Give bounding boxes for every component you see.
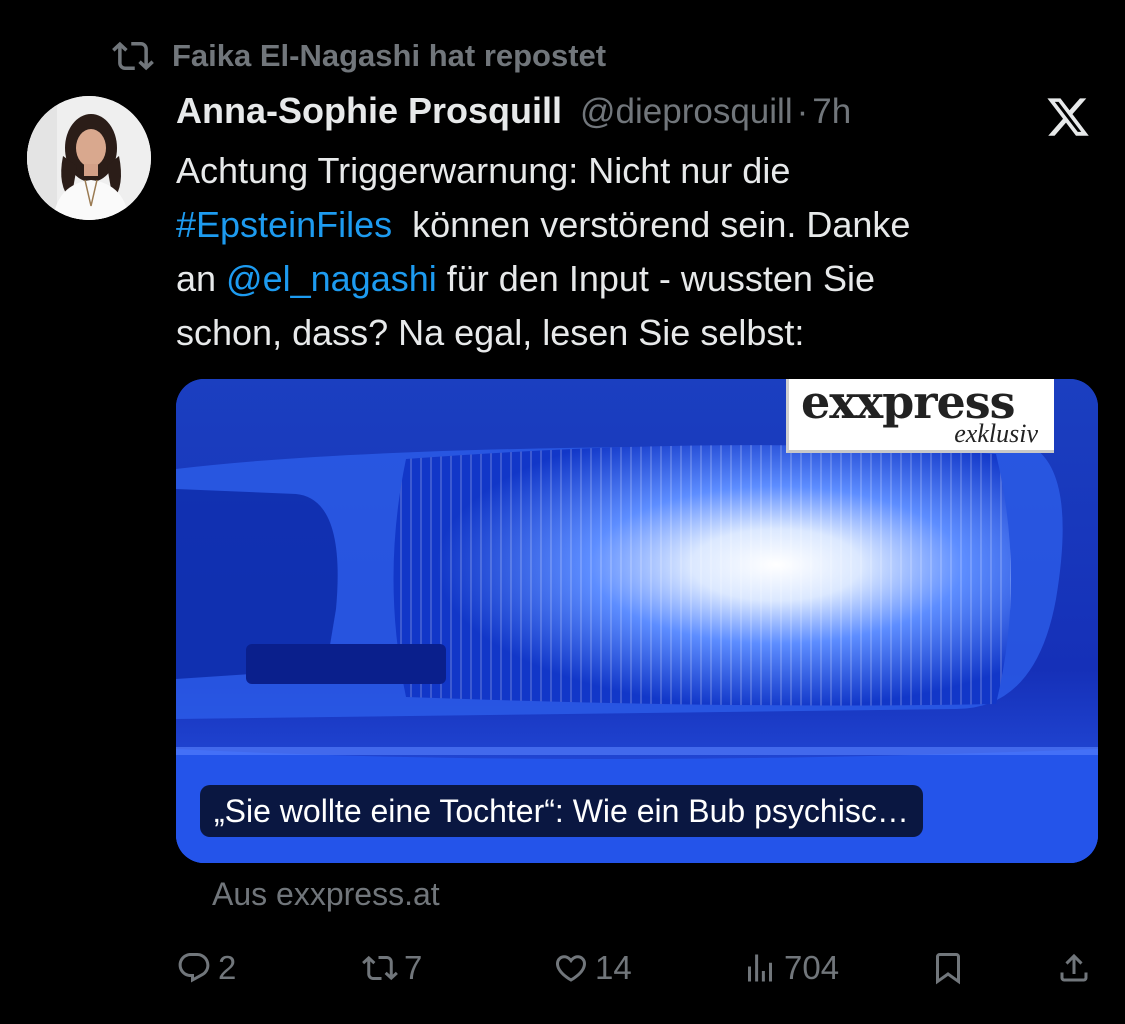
action-bar: 2 7 14 704 xyxy=(0,938,1125,998)
bookmark-icon xyxy=(936,953,960,985)
brand-logo: exxpress exklusiv xyxy=(786,379,1054,453)
reply-icon xyxy=(178,953,210,983)
repost-count: 7 xyxy=(404,949,423,986)
tweet-line-1: Achtung Triggerwarnung: Nicht nur die xyxy=(176,150,791,191)
tweet-line-3-start: an xyxy=(176,258,227,299)
card-title[interactable]: „Sie wollte eine Tochter“: Wie ein Bub p… xyxy=(200,785,923,837)
like-count: 14 xyxy=(595,949,632,986)
tweet-line-3-text: für den Input - wussten Sie xyxy=(436,258,875,299)
views-button[interactable]: 704 xyxy=(742,938,839,998)
hashtag-link[interactable]: #EpsteinFiles xyxy=(176,204,392,245)
share-icon xyxy=(1060,953,1088,982)
mention-link[interactable]: @el_nagashi xyxy=(226,258,437,299)
share-button[interactable] xyxy=(1056,938,1092,998)
repost-indicator[interactable]: Faika El-Nagashi hat repostet xyxy=(112,34,606,78)
repost-button[interactable]: 7 xyxy=(362,938,422,998)
x-logo-icon xyxy=(1047,98,1089,136)
tweet-text: Achtung Triggerwarnung: Nicht nur die #E… xyxy=(176,144,1076,360)
reply-button[interactable]: 2 xyxy=(176,938,236,998)
tweet-header: Anna-Sophie Prosquill @dieprosquill · 7h xyxy=(176,90,851,138)
bookmark-button[interactable] xyxy=(930,938,966,998)
brand-subtitle: exklusiv xyxy=(954,419,1038,448)
views-count: 704 xyxy=(784,949,840,986)
timestamp[interactable]: 7h xyxy=(812,92,851,132)
repost-icon xyxy=(112,41,154,71)
heart-icon xyxy=(555,955,587,982)
author-name[interactable]: Anna-Sophie Prosquill xyxy=(176,90,562,132)
repost-label: Faika El-Nagashi hat repostet xyxy=(172,38,607,73)
tweet-line-2: #EpsteinFiles können verstörend sein. Da… xyxy=(176,198,1076,252)
card-source[interactable]: Aus exxpress.at xyxy=(212,876,440,913)
analytics-icon xyxy=(748,954,772,982)
separator-dot: · xyxy=(796,92,809,131)
like-button[interactable]: 14 xyxy=(553,938,632,998)
avatar[interactable] xyxy=(27,96,151,220)
tweet-line-3: an @el_nagashi für den Input - wussten S… xyxy=(176,252,1076,306)
author-handle[interactable]: @dieprosquill xyxy=(580,92,793,132)
reply-count: 2 xyxy=(218,949,237,986)
link-card[interactable]: exxpress exklusiv „Sie wollte eine Tocht… xyxy=(176,379,1098,863)
tweet-line-4: schon, dass? Na egal, lesen Sie selbst: xyxy=(176,312,805,353)
repost-icon xyxy=(362,955,398,981)
tweet-line-2-text: können verstörend sein. Danke xyxy=(392,204,911,245)
